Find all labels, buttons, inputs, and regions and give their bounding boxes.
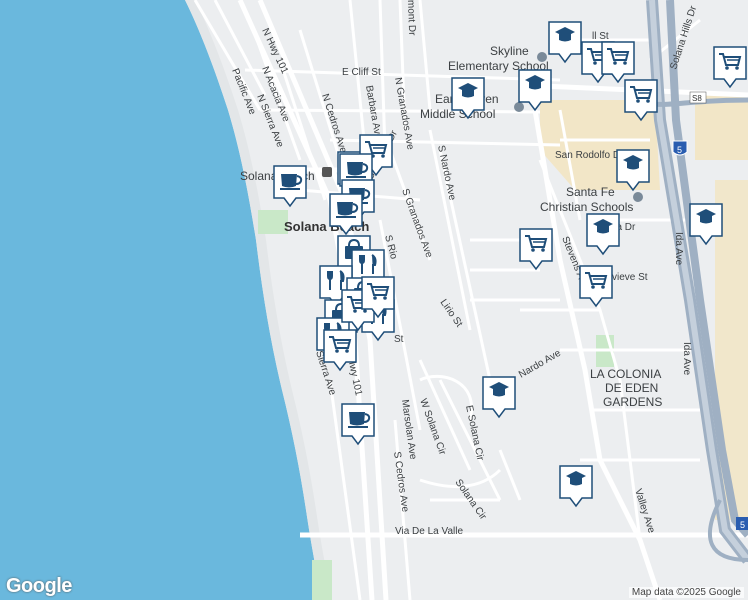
school-marker[interactable] — [558, 464, 594, 508]
road-label-s-granados-ave: S Granados Ave — [399, 187, 434, 259]
transit-station-icon — [322, 167, 332, 177]
svg-text:5: 5 — [740, 520, 745, 530]
road-label-w-solana-cir: W Solana Cir — [417, 397, 448, 457]
road-label-amont-dr: mont Dr — [405, 0, 417, 36]
road-label-via-de-la-valle: Via De La Valle — [395, 526, 463, 537]
cafe-marker[interactable] — [328, 192, 364, 236]
road-label-ida-ave-2: Ida Ave — [681, 342, 692, 376]
park-area — [312, 560, 332, 600]
interstate-5-shield: 5 — [672, 140, 688, 156]
grocery-marker[interactable] — [360, 275, 396, 319]
grocery-marker[interactable] — [322, 328, 358, 372]
school-marker[interactable] — [585, 212, 621, 256]
road-label-nardo-ave: Nardo Ave — [517, 348, 563, 381]
google-logo: Google — [6, 575, 72, 597]
svg-text:5: 5 — [677, 145, 682, 155]
route-s8-shield: S8 — [689, 91, 707, 104]
interstate-5-shield-south: 5 — [736, 517, 748, 530]
place-label-skyline: Skyline — [490, 44, 529, 58]
cafe-marker[interactable] — [272, 164, 308, 208]
grocery-marker[interactable] — [623, 78, 659, 122]
road-label-lirio-st: Lirio St — [438, 297, 465, 329]
map-canvas[interactable]: N Hwy 101 N Acacia Ave N Sierra Ave Paci… — [0, 0, 748, 600]
road-label-san-rodolfo-dr: San Rodolfo Dr — [555, 150, 624, 161]
road-label-e-cliff-st: E Cliff St — [342, 67, 381, 78]
school-marker[interactable] — [481, 375, 517, 419]
campus-area — [695, 95, 748, 160]
area-label-gardens: GARDENS — [603, 395, 662, 409]
school-marker[interactable] — [517, 68, 553, 112]
school-marker[interactable] — [615, 148, 651, 192]
school-marker[interactable] — [450, 76, 486, 120]
area-label-la-colonia: LA COLONIA — [590, 367, 661, 381]
road-label-genevieve-st: vieve St — [612, 272, 648, 283]
grocery-marker[interactable] — [600, 40, 636, 84]
cafe-marker[interactable] — [340, 402, 376, 446]
grocery-marker[interactable] — [712, 45, 748, 89]
place-label-santa-fe-christian: Santa Fe — [566, 185, 615, 199]
school-marker[interactable] — [688, 202, 724, 246]
grocery-marker[interactable] — [578, 264, 614, 308]
area-label-de-eden: DE EDEN — [605, 381, 658, 395]
road-label-ida-ave: Ida Ave — [673, 232, 684, 266]
svg-text:S8: S8 — [692, 94, 702, 103]
school-poi-icon — [537, 52, 547, 62]
school-marker[interactable] — [547, 20, 583, 64]
map-attribution: Map data ©2025 Google — [628, 587, 744, 598]
school-poi-icon — [633, 192, 643, 202]
grocery-marker[interactable] — [518, 227, 554, 271]
road-label-s-cedros-ave: S Cedros Ave — [391, 451, 410, 513]
